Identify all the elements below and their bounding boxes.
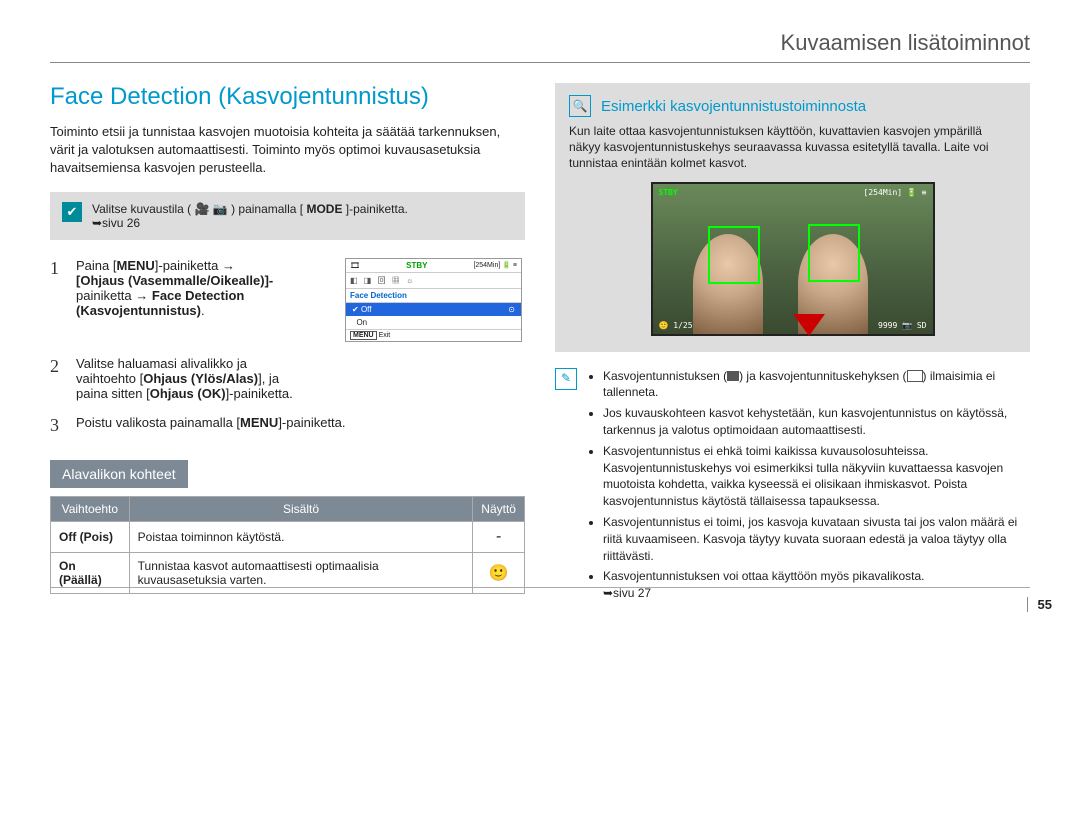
mode-note-box: ✔ Valitse kuvaustila ( 🎥 📷 ) painamalla … [50, 192, 525, 240]
face-detect-frame [808, 224, 860, 282]
indicator-outline-icon [907, 370, 923, 382]
step-number: 1 [50, 258, 64, 279]
intro-text: Toiminto etsii ja tunnistaa kasvojen muo… [50, 123, 525, 178]
left-column: Face Detection (Kasvojentunnistus) Toimi… [50, 83, 525, 606]
section-title: Face Detection (Kasvojentunnistus) [50, 83, 525, 111]
indicator-solid-icon [727, 371, 739, 381]
info-box: ✎ Kasvojentunnistuksen () ja kasvojentun… [555, 368, 1030, 606]
chapter-header: Kuvaamisen lisätoiminnot [50, 30, 1030, 63]
example-text: Kun laite ottaa kasvojentunnistuksen käy… [569, 123, 1016, 172]
list-item: Jos kuvauskohteen kasvot kehystetään, ku… [603, 405, 1030, 439]
lcd-tab: Face Detection [346, 289, 521, 303]
lcd-footer: MENU Exit [346, 329, 521, 341]
bottom-left-osd: 🙂 1/25 [659, 321, 693, 330]
page-number: 55 [1027, 597, 1052, 612]
list-item: Kasvojentunnistus ei toimi, jos kasvoja … [603, 514, 1030, 564]
example-box: 🔍 Esimerkki kasvojentunnistustoiminnosta… [555, 83, 1030, 352]
step-body: Paina [MENU]-painiketta → [Ohjaus (Vasem… [76, 258, 333, 318]
lcd-item-on: On [346, 316, 521, 329]
bottom-right-osd: 9999 📷 SD [878, 321, 927, 330]
step-number: 3 [50, 415, 64, 436]
step-2: 2 Valitse haluamasi alivalikko ja vaihto… [50, 356, 525, 401]
note-icon: ✎ [555, 368, 577, 390]
step-body: Poistu valikosta painamalla [MENU]-paini… [76, 415, 525, 430]
chapter-title: Kuvaamisen lisätoiminnot [781, 30, 1030, 55]
list-item: Kasvojentunnistuksen () ja kasvojentunni… [603, 368, 1030, 402]
magnifier-icon: 🔍 [569, 95, 591, 117]
page-ref: ➥sivu 26 [92, 216, 140, 230]
step-list: 1 Paina [MENU]-painiketta → [Ohjaus (Vas… [50, 258, 525, 436]
submenu-header: Alavalikon kohteet [50, 460, 188, 488]
check-icon: ✔ [62, 202, 82, 222]
right-column: 🔍 Esimerkki kasvojentunnistustoiminnosta… [555, 83, 1030, 606]
list-item: Kasvojentunnistuksen voi ottaa käyttöön … [603, 568, 1030, 602]
film-icon: 🎞 [350, 261, 360, 270]
camera-mode-icons: 🎥 📷 [195, 202, 228, 216]
info-list: Kasvojentunnistuksen () ja kasvojentunni… [587, 368, 1030, 606]
step-1: 1 Paina [MENU]-painiketta → [Ohjaus (Vas… [50, 258, 525, 342]
example-title: Esimerkki kasvojentunnistustoiminnosta [601, 98, 866, 115]
step-3: 3 Poistu valikosta painamalla [MENU]-pai… [50, 415, 525, 436]
time-remaining: [254Min] 🔋 ≡ [864, 188, 927, 197]
face-detect-frame [708, 226, 760, 284]
lcd-toolbar: ◧ ◨ 回 ▦ ☼ [346, 273, 521, 289]
footer-rule [50, 587, 1030, 588]
ok-icon: ⊙ [508, 305, 515, 314]
page-ref: ➥sivu 27 [603, 586, 651, 600]
lcd-selected-item: ✔ Off ⊙ [346, 303, 521, 316]
col-display: Näyttö [473, 496, 525, 521]
stby-label: STBY [406, 261, 427, 270]
mode-note-text: Valitse kuvaustila ( 🎥 📷 ) painamalla [ … [92, 202, 408, 230]
col-option: Vaihtoehto [51, 496, 130, 521]
col-content: Sisältö [129, 496, 473, 521]
stby-label: STBY [659, 188, 678, 197]
list-item: Kasvojentunnistus ei ehkä toimi kaikissa… [603, 443, 1030, 510]
step-number: 2 [50, 356, 64, 377]
arrow-down-icon [793, 314, 825, 336]
lcd-preview: 🎞 STBY [254Min] 🔋 ≡ ◧ ◨ 回 ▦ ☼ Face Detec… [345, 258, 525, 342]
photo-preview: STBY [254Min] 🔋 ≡ 🙂 1/25 9999 📷 SD [651, 182, 935, 336]
table-row: Off (Pois) Poistaa toiminnon käytöstä. - [51, 521, 525, 552]
step-body: Valitse haluamasi alivalikko ja vaihtoeh… [76, 356, 525, 401]
options-table: Vaihtoehto Sisältö Näyttö Off (Pois) Poi… [50, 496, 525, 594]
